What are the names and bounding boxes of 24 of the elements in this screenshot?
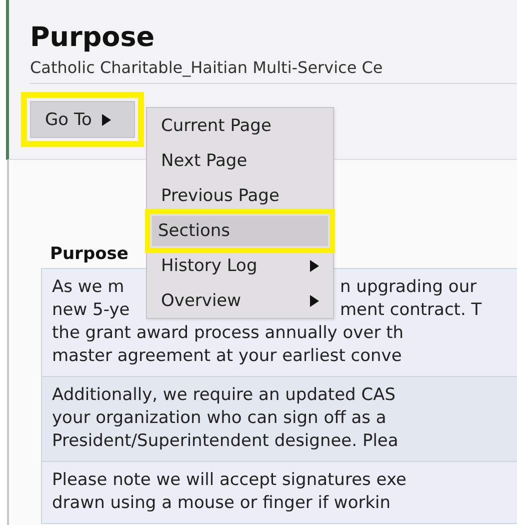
text-line: your organization who can sign off as a — [52, 407, 386, 430]
page-title: Purpose — [30, 22, 156, 54]
section-heading: Purpose — [50, 244, 128, 264]
caret-icon — [310, 260, 319, 272]
text-line: n upgrading our — [340, 276, 477, 299]
menu-item[interactable]: Sections — [152, 216, 328, 246]
text-line: the grant award process annually over th — [52, 322, 404, 345]
text-line: Additionally, we require an updated CAS — [52, 384, 396, 407]
menu-item[interactable]: Overview — [155, 288, 325, 314]
text-line: new 5-ye — [52, 299, 130, 322]
menu-item[interactable]: History Log — [155, 252, 325, 278]
menu-item[interactable]: Previous Page — [155, 182, 325, 208]
menu-item[interactable]: Current Page — [155, 112, 325, 138]
text-line: ment contract. T — [340, 299, 482, 322]
text-line: Please note we will accept signatures exe — [52, 469, 406, 492]
text-line: drawn using a mouse or finger if workin — [52, 492, 391, 515]
caret-icon — [102, 114, 111, 126]
caret-icon — [310, 294, 319, 306]
page-subtitle: Catholic Charitable_Haitian Multi-Service Ce — [30, 58, 517, 84]
text-line: President/Superintendent designee. Plea — [52, 430, 398, 453]
text-line: As we m — [52, 276, 124, 299]
text-line: master agreement at your earliest conve — [52, 345, 402, 368]
go-to-button[interactable]: Go To — [30, 101, 135, 138]
menu-item[interactable]: Next Page — [155, 148, 325, 174]
